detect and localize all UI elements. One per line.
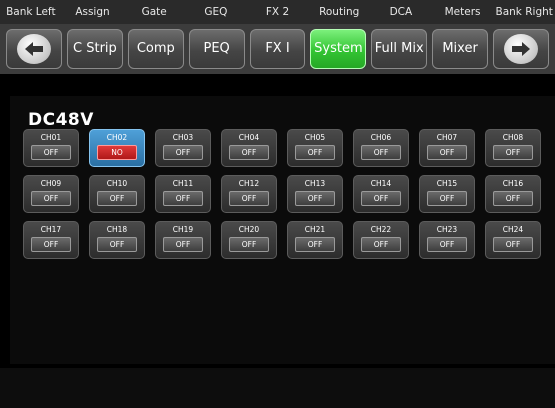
phantom-toggle-button[interactable]: OFF bbox=[97, 191, 137, 206]
channel-tile-ch20[interactable]: CH20 OFF bbox=[221, 221, 277, 259]
tab-c-strip[interactable]: C Strip bbox=[67, 29, 123, 69]
channel-label: CH20 bbox=[238, 225, 260, 234]
tab-fx1[interactable]: FX I bbox=[249, 29, 306, 69]
phantom-toggle-button[interactable]: OFF bbox=[427, 145, 467, 160]
tab-full-mix[interactable]: Full Mix bbox=[371, 29, 428, 69]
phantom-toggle-button[interactable]: OFF bbox=[229, 237, 269, 252]
channel-label: CH04 bbox=[238, 133, 260, 142]
arrow-right-icon bbox=[504, 34, 539, 64]
channel-tile-ch09[interactable]: CH09 OFF bbox=[23, 175, 79, 213]
phantom-toggle-button[interactable]: OFF bbox=[427, 237, 467, 252]
channel-tile-ch22[interactable]: CH22 OFF bbox=[353, 221, 409, 259]
tab-mixer[interactable]: Mixer bbox=[432, 29, 489, 69]
channel-tile-ch19[interactable]: CH19 OFF bbox=[155, 221, 211, 259]
channel-tile-ch13[interactable]: CH13 OFF bbox=[287, 175, 343, 213]
channel-tile-ch17[interactable]: CH17 OFF bbox=[23, 221, 79, 259]
channel-grid: CH01 OFF CH02 NO CH03 OFF CH04 OFF CH05 OFF CH06 OF… bbox=[23, 129, 541, 259]
softkey-meters: Meters bbox=[444, 6, 481, 18]
phantom-toggle-button[interactable]: OFF bbox=[295, 237, 335, 252]
phantom-toggle-button[interactable]: OFF bbox=[295, 145, 335, 160]
bank-left-button[interactable] bbox=[6, 29, 62, 69]
channel-label: CH05 bbox=[304, 133, 326, 142]
channel-tile-ch24[interactable]: CH24 OFF bbox=[485, 221, 541, 259]
tab-peq[interactable]: PEQ bbox=[188, 29, 245, 69]
bottom-status-strip bbox=[0, 368, 555, 408]
phantom-toggle-button[interactable]: OFF bbox=[229, 191, 269, 206]
tab-system[interactable]: System bbox=[310, 29, 367, 69]
channel-tile-ch07[interactable]: CH07 OFF bbox=[419, 129, 475, 167]
channel-tile-ch23[interactable]: CH23 OFF bbox=[419, 221, 475, 259]
phantom-toggle-button[interactable]: OFF bbox=[361, 191, 401, 206]
phantom-toggle-button[interactable]: OFF bbox=[427, 191, 467, 206]
phantom-toggle-button[interactable]: OFF bbox=[31, 191, 71, 206]
softkey-dca: DCA bbox=[389, 6, 413, 18]
channel-tile-ch21[interactable]: CH21 OFF bbox=[287, 221, 343, 259]
channel-tile-ch08[interactable]: CH08 OFF bbox=[485, 129, 541, 167]
channel-label: CH18 bbox=[106, 225, 128, 234]
phantom-toggle-button[interactable]: OFF bbox=[361, 237, 401, 252]
arrow-left-icon bbox=[17, 34, 51, 64]
bank-right-button[interactable] bbox=[493, 29, 550, 69]
channel-label: CH17 bbox=[40, 225, 62, 234]
channel-label: CH14 bbox=[370, 179, 392, 188]
channel-label: CH09 bbox=[40, 179, 62, 188]
phantom-toggle-button[interactable]: OFF bbox=[295, 191, 335, 206]
channel-tile-ch05[interactable]: CH05 OFF bbox=[287, 129, 343, 167]
softkey-routing: Routing bbox=[319, 6, 360, 18]
channel-label: CH22 bbox=[370, 225, 392, 234]
channel-tile-ch11[interactable]: CH11 OFF bbox=[155, 175, 211, 213]
page-title: DC48V bbox=[28, 110, 94, 130]
channel-tile-ch04[interactable]: CH04 OFF bbox=[221, 129, 277, 167]
channel-label: CH15 bbox=[436, 179, 458, 188]
channel-label: CH02 bbox=[106, 133, 128, 142]
channel-label: CH06 bbox=[370, 133, 392, 142]
channel-label: CH03 bbox=[172, 133, 194, 142]
softkey-gate: Gate bbox=[141, 6, 167, 18]
channel-tile-ch18[interactable]: CH18 OFF bbox=[89, 221, 145, 259]
channel-tile-ch15[interactable]: CH15 OFF bbox=[419, 175, 475, 213]
channel-label: CH12 bbox=[238, 179, 260, 188]
page-toolbar: C Strip Comp PEQ FX I System Full Mix Mi… bbox=[0, 24, 555, 74]
phantom-toggle-button[interactable]: OFF bbox=[163, 145, 203, 160]
softkey-label-bar: Bank Left Assign Gate GEQ FX 2 Routing D… bbox=[0, 0, 555, 24]
phantom-toggle-button[interactable]: OFF bbox=[31, 145, 71, 160]
softkey-assign: Assign bbox=[75, 6, 110, 18]
channel-label: CH23 bbox=[436, 225, 458, 234]
channel-tile-ch16[interactable]: CH16 OFF bbox=[485, 175, 541, 213]
channel-tile-ch10[interactable]: CH10 OFF bbox=[89, 175, 145, 213]
phantom-toggle-button[interactable]: OFF bbox=[229, 145, 269, 160]
channel-label: CH13 bbox=[304, 179, 326, 188]
channel-label: CH24 bbox=[502, 225, 524, 234]
tab-comp[interactable]: Comp bbox=[127, 29, 184, 69]
channel-tile-ch03[interactable]: CH03 OFF bbox=[155, 129, 211, 167]
phantom-toggle-button[interactable]: OFF bbox=[493, 237, 533, 252]
phantom-toggle-button[interactable]: OFF bbox=[97, 237, 137, 252]
channel-label: CH01 bbox=[40, 133, 62, 142]
phantom-toggle-button[interactable]: OFF bbox=[493, 145, 533, 160]
phantom-toggle-button[interactable]: OFF bbox=[163, 191, 203, 206]
channel-label: CH08 bbox=[502, 133, 524, 142]
channel-label: CH10 bbox=[106, 179, 128, 188]
phantom-toggle-button[interactable]: OFF bbox=[361, 145, 401, 160]
channel-tile-ch02[interactable]: CH02 NO bbox=[89, 129, 145, 167]
softkey-fx2: FX 2 bbox=[265, 6, 290, 18]
phantom-toggle-button[interactable]: OFF bbox=[493, 191, 533, 206]
channel-tile-ch12[interactable]: CH12 OFF bbox=[221, 175, 277, 213]
channel-label: CH11 bbox=[172, 179, 194, 188]
channel-label: CH19 bbox=[172, 225, 194, 234]
channel-tile-ch14[interactable]: CH14 OFF bbox=[353, 175, 409, 213]
phantom-toggle-button[interactable]: OFF bbox=[163, 237, 203, 252]
channel-label: CH21 bbox=[304, 225, 326, 234]
channel-tile-ch06[interactable]: CH06 OFF bbox=[353, 129, 409, 167]
channel-label: CH16 bbox=[502, 179, 524, 188]
channel-label: CH07 bbox=[436, 133, 458, 142]
phantom-toggle-button[interactable]: OFF bbox=[31, 237, 71, 252]
softkey-bank-right: Bank Right bbox=[495, 6, 553, 18]
softkey-bank-left: Bank Left bbox=[6, 6, 56, 18]
softkey-geq: GEQ bbox=[204, 6, 228, 18]
phantom-toggle-button[interactable]: NO bbox=[97, 145, 137, 160]
channel-tile-ch01[interactable]: CH01 OFF bbox=[23, 129, 79, 167]
